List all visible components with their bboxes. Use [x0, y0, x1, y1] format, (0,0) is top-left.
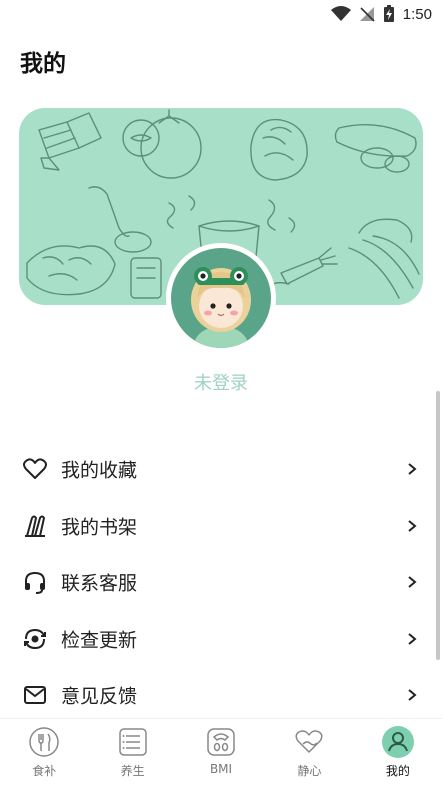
heart-icon	[22, 456, 48, 482]
avatar-image	[171, 248, 271, 348]
status-bar: 1:50	[0, 0, 442, 32]
tab-food[interactable]: 食补	[0, 719, 88, 787]
list-icon	[116, 725, 150, 759]
menu-item-label: 联系客服	[61, 572, 138, 595]
menu-item-favorites[interactable]: 我的收藏	[0, 441, 442, 498]
settings-menu: 我的收藏 我的书架 联系客服 检查更新 意见反馈	[0, 441, 442, 724]
tab-label: 养生	[120, 764, 145, 778]
login-status[interactable]: 未登录	[0, 369, 442, 395]
menu-item-label: 我的书架	[61, 516, 138, 539]
refresh-eye-icon	[22, 626, 48, 652]
status-time: 1:50	[402, 5, 432, 23]
chevron-right-icon	[408, 576, 417, 589]
avatar[interactable]	[166, 243, 276, 353]
tab-calm[interactable]: 静心	[265, 719, 353, 787]
menu-item-customer-service[interactable]: 联系客服	[0, 554, 442, 611]
tab-label: 静心	[297, 764, 322, 778]
mail-icon	[22, 682, 48, 708]
tab-label: BMI	[209, 762, 233, 776]
tab-bmi[interactable]: BMI	[177, 719, 265, 787]
battery-charging-icon	[383, 5, 394, 22]
menu-item-check-update[interactable]: 检查更新	[0, 611, 442, 668]
chevron-right-icon	[408, 519, 417, 532]
headset-icon	[22, 569, 48, 595]
menu-item-label: 意见反馈	[61, 685, 138, 708]
page-title: 我的	[20, 51, 66, 77]
menu-item-label: 检查更新	[61, 629, 138, 652]
wifi-icon	[330, 6, 351, 21]
bottom-tab-bar: 食补 养生 BMI 静心 我的	[0, 718, 442, 787]
chevron-right-icon	[408, 632, 417, 645]
user-icon	[381, 725, 415, 759]
scrollbar[interactable]	[436, 391, 440, 660]
tab-health[interactable]: 养生	[88, 719, 176, 787]
menu-item-feedback[interactable]: 意见反馈	[0, 667, 442, 724]
chevron-right-icon	[408, 689, 417, 702]
tab-label: 食补	[32, 764, 57, 778]
tab-label: 我的	[385, 764, 410, 778]
food-icon	[27, 725, 61, 759]
no-signal-icon	[359, 7, 375, 22]
menu-item-bookshelf[interactable]: 我的书架	[0, 498, 442, 555]
chevron-right-icon	[408, 463, 417, 476]
status-icons: 1:50	[330, 5, 432, 23]
tab-mine[interactable]: 我的	[354, 719, 442, 787]
bookshelf-icon	[22, 513, 48, 539]
menu-item-label: 我的收藏	[61, 459, 138, 482]
scale-icon	[204, 725, 238, 759]
heart-hand-icon	[292, 725, 326, 759]
